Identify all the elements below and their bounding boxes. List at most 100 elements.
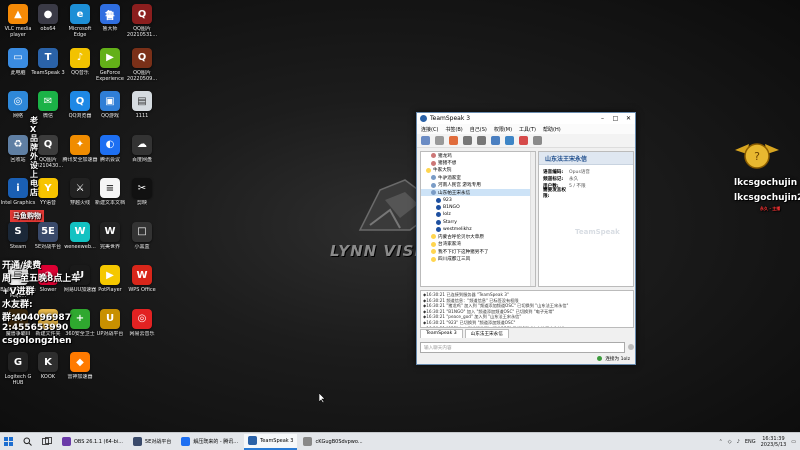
info-key: 需要发言权限:	[543, 187, 566, 199]
ts-menu-item[interactable]: 书签(B)	[445, 126, 462, 133]
desktop-icon-leishen[interactable]: ◆ 雷神加速器	[62, 352, 98, 380]
desktop-icon-qqimg2[interactable]: Q QQ图片20220509...	[124, 47, 160, 82]
taskbar-item-label: 5E对战平台	[144, 439, 172, 445]
desktop-icon-capcut[interactable]: ✂ 剪映	[124, 178, 160, 206]
desktop-icon-label: YY语音	[39, 200, 57, 206]
channel-item[interactable]: 牛家大院	[421, 167, 535, 174]
mute-speaker-icon[interactable]	[477, 136, 486, 145]
tree-item-label: 河南人民宫 游戏专用	[438, 183, 481, 189]
close-icon[interactable]: ✕	[622, 113, 635, 124]
teamspeak-window[interactable]: TeamSpeak 3 – □ ✕ 连接(C) 书签(B) 自己(S) 权限(M) 工具…	[416, 112, 636, 365]
tree-scrollbar[interactable]	[530, 152, 535, 286]
user-item[interactable]: 923	[421, 196, 535, 203]
taskbar-item[interactable]: OBS 26.1.1 (64-bi...	[58, 434, 127, 450]
desktop-icon-qqimg1[interactable]: Q QQ图片20210531...	[124, 4, 160, 38]
channel-item[interactable]: 猪猪不想	[421, 159, 535, 166]
connect-icon[interactable]	[421, 136, 430, 145]
desktop-icon-newtxt[interactable]: ≡ 新建文本文档	[92, 178, 128, 206]
bookmark-icon[interactable]	[519, 136, 528, 145]
desktop-icon-wanmei[interactable]: W 完美世界	[92, 221, 128, 250]
user-item[interactable]: B1NGO	[421, 204, 535, 211]
clock[interactable]: 16:31:39 2023/5/13	[761, 436, 787, 448]
channel-icon	[431, 241, 436, 247]
qqimg1-icon: Q	[132, 4, 152, 24]
desktop-icon-xiaoheihe[interactable]: □ 小黑盒	[124, 221, 160, 250]
mouse-cursor-icon	[319, 393, 326, 403]
taskbar-item[interactable]: 解压既来的 - 腾讯...	[177, 434, 242, 450]
ts-menu-item[interactable]: 自己(S)	[470, 126, 487, 133]
user-item[interactable]: westmelikhz	[421, 226, 535, 233]
search-icon	[23, 437, 32, 446]
maximize-icon[interactable]: □	[609, 113, 622, 124]
recycle-icon: ♻	[8, 134, 28, 155]
emoji-icon[interactable]	[628, 344, 634, 350]
desktop-icon-obs[interactable]: ● obs64	[30, 4, 66, 32]
desktop-icon-n1111[interactable]: ▤ 1111	[124, 91, 160, 119]
user-item[interactable]: Starry	[421, 219, 535, 226]
ts3-icon: T	[38, 47, 58, 68]
chat-tab[interactable]: 山东法王宋永信	[464, 329, 509, 338]
channel-icon	[431, 175, 436, 181]
xiaoheihe-icon: □	[132, 221, 152, 242]
taskbar-item[interactable]: 5E对战平台	[129, 434, 175, 450]
channel-item[interactable]: 台湾家家湾	[421, 241, 535, 248]
volume-icon[interactable]: ♪	[737, 439, 740, 445]
desktop-icon-wechat[interactable]: ✉ 微信	[30, 91, 66, 119]
user-item[interactable]: lolz	[421, 211, 535, 218]
whisper-icon[interactable]	[505, 136, 514, 145]
medal-line1: lkcsgochujin	[734, 178, 798, 188]
minimize-icon[interactable]: –	[596, 113, 609, 124]
notification-icon[interactable]: ▭	[791, 439, 796, 445]
channel-item[interactable]: 四川成都江三风	[421, 255, 535, 262]
desktop-icon-kook[interactable]: K KOOK	[30, 352, 66, 380]
desktop-icon-netease[interactable]: ◎ 网易云音乐	[124, 308, 160, 337]
channel-item[interactable]: 山东帕王宋永信	[421, 188, 535, 197]
newtxt-icon: ≡	[100, 178, 120, 198]
tray-up-icon[interactable]: ⌃	[719, 439, 723, 445]
network-icon[interactable]: ◇	[728, 439, 732, 445]
channel-item[interactable]: 猪龙鸡	[421, 152, 535, 159]
desktop-icon-geforce[interactable]: ▶ GeForce Experience	[92, 47, 128, 82]
desktop-icon-upgame[interactable]: U UP对战平台	[92, 308, 128, 337]
desktop-icon-ludashi[interactable]: 鲁鲁大师	[92, 4, 128, 32]
channel-item[interactable]: 我不下灯下这种猪男不了	[421, 248, 535, 255]
360-icon: +	[70, 308, 90, 329]
ts-menu-item[interactable]: 帮助(H)	[543, 126, 561, 133]
tree-item-label: Starry	[443, 219, 457, 225]
taskbar-item[interactable]: TeamSpeak 3	[244, 433, 298, 450]
channel-item[interactable]: 内蒙古呼伦贝尔大草原	[421, 233, 535, 240]
chat-input[interactable]: 输入聊天内容	[420, 342, 625, 353]
chat-log[interactable]: ◆16:30:21 已连接到服务器 "TeamSpeak 3" ◆16:30:21…	[420, 290, 634, 328]
desktop-icon-qqgame[interactable]: ▣ QQ游戏	[92, 91, 128, 119]
desktop-icon-txmeeting[interactable]: ◐ 腾讯会议	[92, 134, 128, 163]
desktop-icon-baidunet[interactable]: ☁ 百度网盘	[124, 134, 160, 163]
start-button[interactable]	[0, 434, 17, 450]
ts-menu-item[interactable]: 连接(C)	[421, 126, 438, 133]
disconnect-icon[interactable]	[435, 136, 444, 145]
desktop-icon-ts3[interactable]: T TeamSpeak 3	[30, 47, 66, 76]
desktop-icon-potplayer[interactable]: ▶ PotPlayer	[92, 265, 128, 293]
chat-tab[interactable]: TeamSpeak 3	[420, 329, 463, 338]
desktop-icon-5e[interactable]: 5E 5E对战平台	[30, 221, 66, 250]
info-row: 需要发言权限:	[539, 187, 633, 199]
mute-mic-icon[interactable]	[463, 136, 472, 145]
task-view-button[interactable]	[38, 434, 56, 450]
search-button[interactable]	[19, 434, 36, 450]
channel-item[interactable]: 河南人民宫 游戏专用	[421, 182, 535, 189]
taskbar-item[interactable]: cKGugB0Sdvpwo...	[299, 434, 366, 450]
status-text: 连接为 1olz	[605, 357, 630, 362]
settings-icon[interactable]	[533, 136, 542, 145]
desktop-icon-wps[interactable]: W WPS Office	[124, 265, 160, 293]
intel-icon: i	[8, 178, 28, 198]
chat-icon[interactable]	[491, 136, 500, 145]
ts-menu-item[interactable]: 工具(T)	[519, 126, 536, 133]
lang-indicator[interactable]: ENG	[745, 439, 756, 445]
weneeweb-icon: W	[70, 221, 90, 242]
ts-menu-item[interactable]: 权限(M)	[494, 126, 512, 133]
taskbar: OBS 26.1.1 (64-bi... 5E对战平台 解压既来的 - 腾讯... T…	[0, 432, 800, 450]
desktop-icon-label: 鲁大师	[102, 26, 118, 32]
channel-tree[interactable]: 猪龙鸡 猪猪不想 牛家大院 牛驴酒家室河南人民宫 游戏专用 山东帕王宋永信 923 B1NG…	[420, 151, 536, 287]
channel-item[interactable]: 牛驴酒家室	[421, 174, 535, 181]
ts-titlebar[interactable]: TeamSpeak 3 – □ ✕	[417, 113, 635, 124]
away-icon[interactable]	[449, 136, 458, 145]
